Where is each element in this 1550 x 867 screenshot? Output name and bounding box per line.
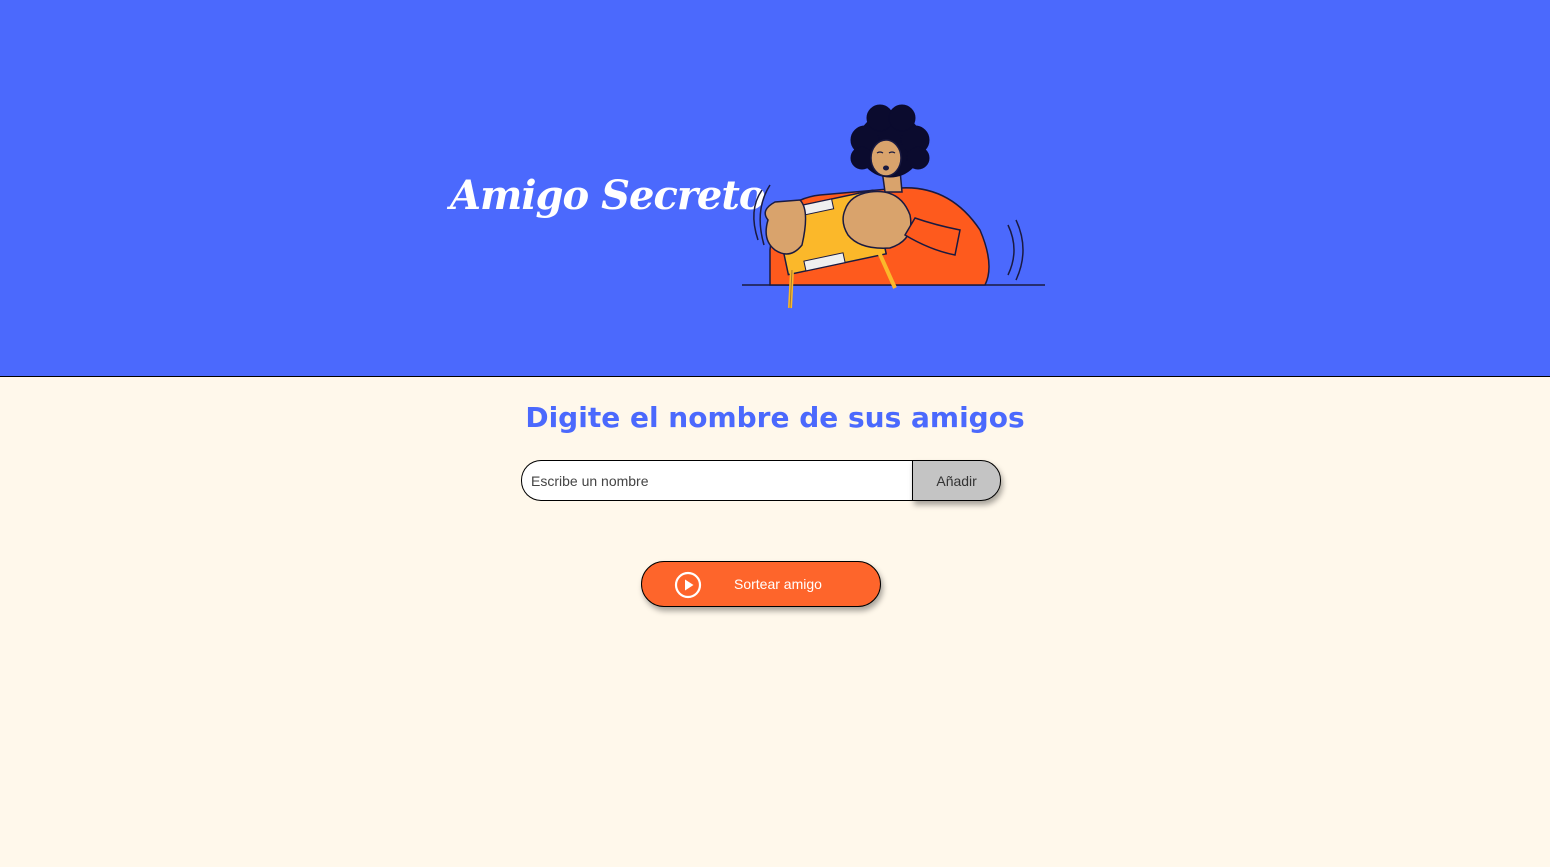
play-circle-icon: [674, 571, 702, 599]
add-button[interactable]: Añadir: [912, 460, 1001, 501]
person-opening-gift-illustration: [742, 104, 1045, 309]
section-title: Digite el nombre de sus amigos: [525, 401, 1025, 434]
app-title: Amigo Secreto: [450, 172, 765, 219]
draw-friend-label: Sortear amigo: [734, 576, 822, 592]
draw-friend-button[interactable]: Sortear amigo: [641, 561, 881, 607]
main-section: Digite el nombre de sus amigos Añadir So…: [0, 377, 1550, 867]
name-input[interactable]: [521, 460, 913, 501]
header-banner: Amigo Secreto: [0, 0, 1550, 377]
name-input-group: Añadir: [521, 460, 1001, 501]
